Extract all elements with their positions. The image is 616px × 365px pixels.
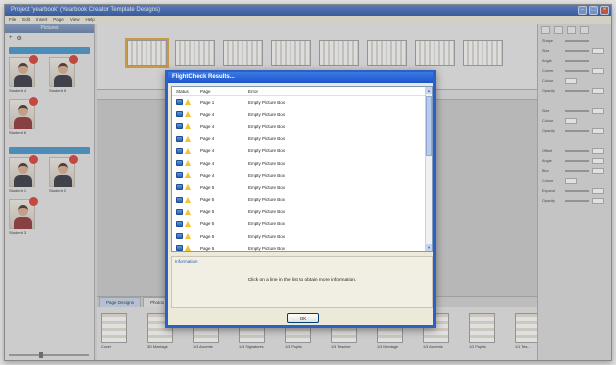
information-text: Click on a line in the list to obtain mo… (247, 278, 357, 283)
warning-icon (185, 99, 191, 106)
monitor-icon (176, 123, 183, 130)
warning-icon (185, 135, 191, 142)
ok-button[interactable]: OK (287, 313, 319, 323)
scroll-up-icon[interactable]: ▲ (426, 87, 432, 94)
error-cell: Empty Picture Box (248, 99, 286, 105)
status-cell (172, 147, 200, 154)
page-cell: Page 4 (200, 148, 215, 154)
table-row[interactable]: Page 5 Empty Picture Box (172, 218, 432, 230)
page-cell: Page 5 (200, 245, 215, 251)
warning-icon (185, 184, 191, 191)
flightcheck-dialog: FlightCheck Results... Status Page Error… (165, 70, 436, 328)
error-cell: Empty Picture Box (248, 209, 286, 215)
monitor-icon (176, 233, 183, 240)
monitor-icon (176, 172, 183, 179)
page-cell: Page 4 (200, 111, 215, 117)
page-cell: Page 4 (200, 123, 215, 129)
monitor-icon (176, 184, 183, 191)
information-label: Information (175, 259, 198, 264)
status-cell (172, 245, 200, 251)
warning-icon (185, 208, 191, 215)
status-cell (172, 160, 200, 167)
error-cell: Empty Picture Box (248, 172, 286, 178)
monitor-icon (176, 196, 183, 203)
monitor-icon (176, 147, 183, 154)
scroll-down-icon[interactable]: ▼ (426, 244, 432, 251)
warning-icon (185, 111, 191, 118)
monitor-icon (176, 245, 183, 251)
table-row[interactable]: Page 5 Empty Picture Box (172, 194, 432, 206)
information-box: Information Click on a line in the list … (171, 256, 433, 308)
status-cell (172, 184, 200, 191)
table-row[interactable]: Page 4 Empty Picture Box (172, 133, 432, 145)
error-cell: Empty Picture Box (248, 136, 286, 142)
table-row[interactable]: Page 4 Empty Picture Box (172, 120, 432, 132)
monitor-icon (176, 135, 183, 142)
table-row[interactable]: Page 4 Empty Picture Box (172, 145, 432, 157)
error-cell: Empty Picture Box (248, 197, 286, 203)
column-error[interactable]: Error (248, 87, 432, 95)
status-cell (172, 196, 200, 203)
scroll-thumb[interactable] (426, 96, 432, 156)
table-row[interactable]: Page 1 Empty Picture Box (172, 96, 432, 108)
status-cell (172, 220, 200, 227)
status-cell (172, 172, 200, 179)
error-cell: Empty Picture Box (248, 221, 286, 227)
status-cell (172, 99, 200, 106)
table-row[interactable]: Page 5 Empty Picture Box (172, 206, 432, 218)
results-list[interactable]: Status Page Error Page 1 Empty Picture Bo… (171, 86, 433, 252)
results-rows: Page 1 Empty Picture Box Page 4 Empty Pictu… (172, 96, 432, 251)
table-row[interactable]: Page 5 Empty Picture Box (172, 181, 432, 193)
table-row[interactable]: Page 5 Empty Picture Box (172, 242, 432, 251)
dialog-title: FlightCheck Results... (168, 72, 433, 83)
page-cell: Page 5 (200, 221, 215, 227)
error-cell: Empty Picture Box (248, 111, 286, 117)
warning-icon (185, 245, 191, 251)
error-cell: Empty Picture Box (248, 233, 286, 239)
page-cell: Page 4 (200, 136, 215, 142)
warning-icon (185, 220, 191, 227)
error-cell: Empty Picture Box (248, 160, 286, 166)
page-cell: Page 4 (200, 172, 215, 178)
page-cell: Page 5 (200, 233, 215, 239)
monitor-icon (176, 99, 183, 106)
error-cell: Empty Picture Box (248, 245, 286, 251)
monitor-icon (176, 111, 183, 118)
error-cell: Empty Picture Box (248, 148, 286, 154)
page-cell: Page 1 (200, 99, 215, 105)
monitor-icon (176, 220, 183, 227)
table-row[interactable]: Page 4 Empty Picture Box (172, 108, 432, 120)
status-cell (172, 123, 200, 130)
page-cell: Page 5 (200, 209, 215, 215)
warning-icon (185, 147, 191, 154)
status-cell (172, 208, 200, 215)
monitor-icon (176, 208, 183, 215)
warning-icon (185, 172, 191, 179)
page-cell: Page 5 (200, 197, 215, 203)
results-scrollbar[interactable]: ▲ ▼ (425, 87, 432, 251)
warning-icon (185, 196, 191, 203)
column-status[interactable]: Status (172, 87, 200, 95)
results-header: Status Page Error (172, 87, 432, 96)
table-row[interactable]: Page 4 Empty Picture Box (172, 157, 432, 169)
error-cell: Empty Picture Box (248, 123, 286, 129)
column-page[interactable]: Page (200, 87, 248, 95)
status-cell (172, 111, 200, 118)
warning-icon (185, 233, 191, 240)
status-cell (172, 135, 200, 142)
monitor-icon (176, 160, 183, 167)
warning-icon (185, 160, 191, 167)
page-cell: Page 4 (200, 160, 215, 166)
page-cell: Page 5 (200, 184, 215, 190)
error-cell: Empty Picture Box (248, 184, 286, 190)
warning-icon (185, 123, 191, 130)
status-cell (172, 233, 200, 240)
table-row[interactable]: Page 4 Empty Picture Box (172, 169, 432, 181)
table-row[interactable]: Page 5 Empty Picture Box (172, 230, 432, 242)
